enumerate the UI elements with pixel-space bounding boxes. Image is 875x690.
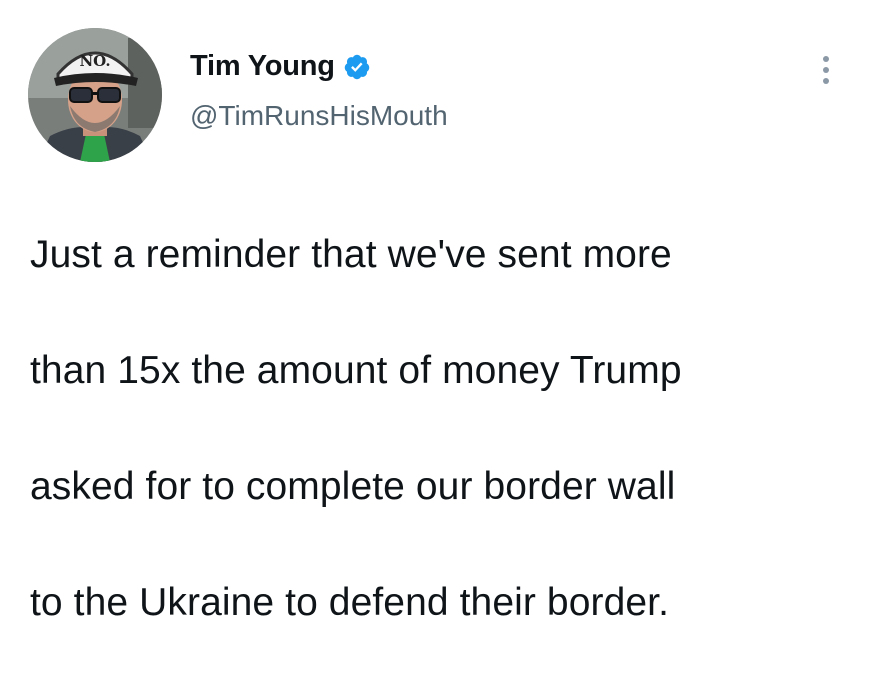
author-display-name[interactable]: Tim Young <box>190 50 335 83</box>
more-dot <box>823 78 829 84</box>
avatar[interactable]: NO. <box>28 28 162 162</box>
tweet-text: Just a reminder that we've sent more tha… <box>30 168 860 690</box>
more-dot <box>823 56 829 62</box>
author-handle[interactable]: @TimRunsHisMouth <box>190 100 448 132</box>
svg-text:NO.: NO. <box>79 52 110 70</box>
author-name-row: Tim Young <box>190 50 371 83</box>
tweet: NO. Tim Young @TimRunsHisMouth Just a re… <box>0 0 875 624</box>
tweet-text-line: asked for to complete our border wall <box>30 465 676 508</box>
tweet-text-line: Just a reminder that we've sent more <box>30 233 672 276</box>
tweet-text-line: than 15x the amount of money Trump <box>30 349 682 392</box>
verified-badge-icon <box>343 53 371 81</box>
more-vertical-icon[interactable] <box>812 48 840 92</box>
more-dot <box>823 67 829 73</box>
tweet-text-line: to the Ukraine to defend their border. <box>30 581 670 624</box>
avatar-image: NO. <box>28 28 162 162</box>
